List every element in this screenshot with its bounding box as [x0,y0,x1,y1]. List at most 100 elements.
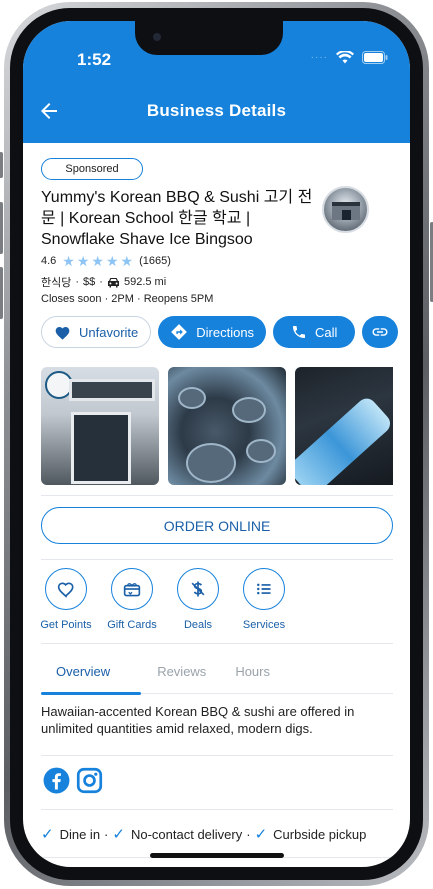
app-bar: 1:52 ···· Business Details [23,21,410,143]
business-details: Sponsored Yummy's Korean BBQ & Sushi 고기 … [23,143,410,867]
sponsored-badge: Sponsored [41,158,143,180]
tab-reviews[interactable]: Reviews [125,654,221,693]
divider [41,643,393,644]
volume-down-button [0,267,3,319]
deals-button[interactable]: Deals [165,568,231,631]
heart-icon [57,582,74,598]
divider [41,495,393,496]
volume-up-button [0,202,3,254]
social-links [43,767,103,794]
business-name: Yummy's Korean BBQ & Sushi 고기 전문 | Korea… [41,189,313,248]
status-time: 1:52 [77,50,112,69]
amenities-row: ✓ Dine in · ✓ No-contact delivery · ✓ Cu… [41,825,393,843]
directions-icon [171,324,188,340]
storefront-door [71,412,131,484]
checkmark-icon: ✓ [41,826,54,843]
share-link-button[interactable] [362,316,399,348]
gift-cards-circle [111,568,153,610]
heart-filled-icon [55,326,70,340]
notch [135,21,283,55]
logo-door [342,210,351,220]
detail-tabs: Overview Reviews Hours [41,654,393,695]
rating-row[interactable]: 4.6 ★ ★ ★ ★ ★ (1665) [41,253,171,269]
app-screen: 1:52 ···· Business Details Sponsored Yum… [23,21,410,867]
gift-cards-label: Gift Cards [107,619,157,631]
amenity-label: Curbside pickup [273,826,367,842]
quick-links: Get Points Gift Cards Deals Services [33,568,297,631]
gift-cards-button[interactable]: Gift Cards [99,568,165,631]
phone-icon [293,326,306,338]
page-title: Business Details [146,101,287,120]
deals-label: Deals [183,619,213,631]
checkmark-icon: ✓ [254,826,268,843]
plate [246,439,276,463]
review-count: (1665) [139,255,171,267]
amenity-label: Dine in [59,826,101,842]
category-label: 한식당 [41,277,72,289]
action-buttons: Unfavorite Directions Call [41,316,399,348]
gift-card-icon [123,583,141,597]
list-icon [257,583,271,595]
home-indicator[interactable] [150,853,284,858]
business-logo[interactable] [322,186,369,233]
distance-label: 592.5 mi [123,276,167,288]
storefront-photo[interactable] [41,367,159,485]
phone-bezel: 1:52 ···· Business Details Sponsored Yum… [10,8,423,880]
price-level: $$ [83,276,96,288]
separator-dot: · [246,826,251,842]
unfavorite-label: Unfavorite [79,324,139,340]
directions-button[interactable]: Directions [158,316,267,348]
storefront-window [69,379,155,401]
car-icon [107,277,119,287]
tab-hours[interactable]: Hours [221,654,285,693]
table-photo[interactable] [168,367,286,485]
directions-label: Directions [196,324,255,340]
get-points-circle [45,568,87,610]
star-icon: ★ [76,253,90,269]
divider [41,559,393,560]
separator-dot: · [104,826,109,842]
call-button[interactable]: Call [273,316,356,348]
photo-carousel[interactable] [41,367,393,485]
checkmark-icon: ✓ [112,826,125,843]
meta-row: 한식당 · $$ · 592.5 mi [41,274,166,290]
divider [41,809,393,810]
amenity-label: No-contact delivery [130,826,243,842]
star-icon: ★ [91,253,104,269]
wifi-icon [336,51,354,64]
shave-ice-dessert [295,394,393,485]
services-button[interactable]: Services [231,568,297,631]
unfavorite-button[interactable]: Unfavorite [41,316,152,348]
facebook-icon[interactable] [43,767,70,794]
battery-icon [362,51,388,64]
hours-status: Closes soon · 2PM · Reopens 5PM [41,293,214,305]
plate [178,387,206,409]
call-label: Call [315,324,338,340]
star-rating: ★ ★ ★ ★ ★ [62,253,134,269]
bingsoo-photo[interactable] [295,367,393,485]
divider [41,755,393,756]
dollar-tag-icon [191,581,205,597]
link-icon [372,328,388,336]
plate [186,443,236,483]
star-icon: ★ [62,253,75,269]
rating-value: 4.6 [41,255,57,267]
phone-frame: 1:52 ···· Business Details Sponsored Yum… [0,2,433,886]
instagram-icon[interactable] [76,767,103,794]
star-icon: ★ [120,253,134,269]
separator-dot: · [75,276,80,288]
get-points-label: Get Points [40,619,92,631]
status-icons: ···· [311,51,388,64]
order-online-button[interactable]: ORDER ONLINE [41,507,393,544]
separator-dot: · [99,276,103,288]
front-camera [153,33,161,41]
services-label: Services [242,619,286,631]
mute-switch [0,152,3,178]
overview-text: Hawaiian-accented Korean BBQ & sushi are… [41,704,355,736]
star-icon: ★ [105,253,119,269]
services-circle [243,568,285,610]
get-points-button[interactable]: Get Points [33,568,99,631]
cellular-dots-icon: ···· [310,52,328,63]
tab-overview[interactable]: Overview [41,654,142,695]
plate [232,397,266,423]
